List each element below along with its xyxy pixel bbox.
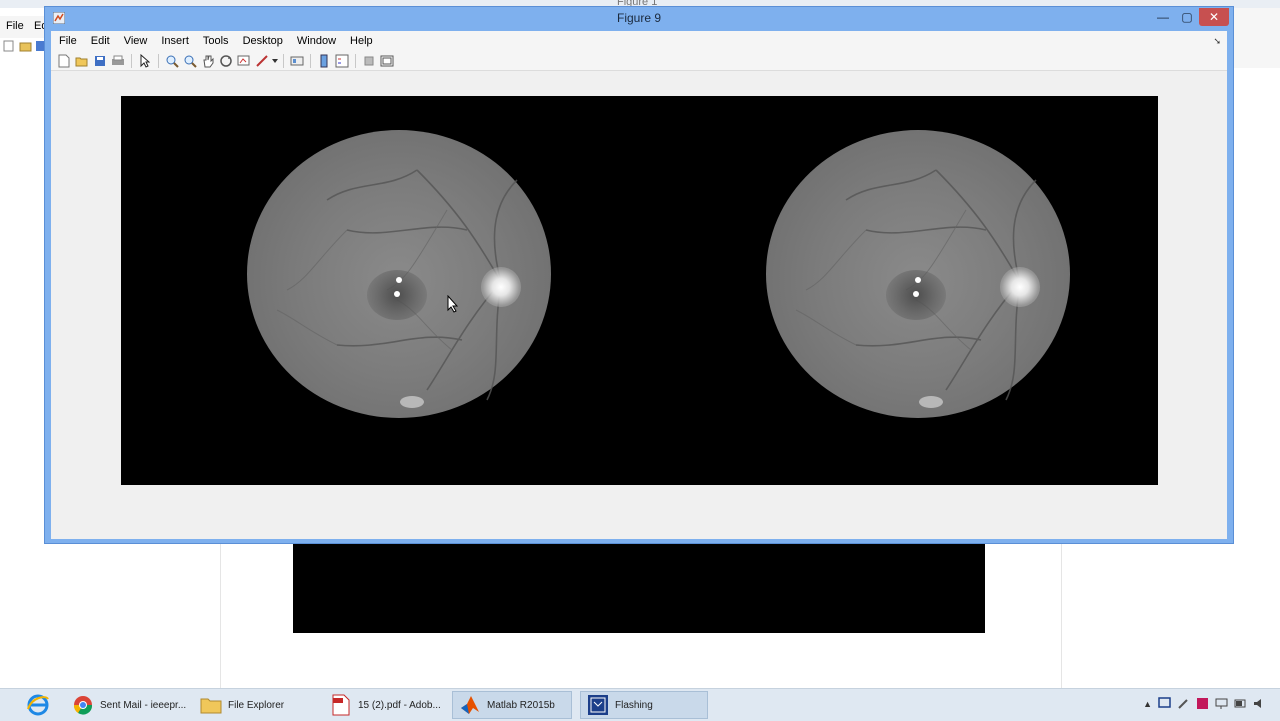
acrobat-icon — [330, 694, 352, 716]
print-icon[interactable] — [109, 52, 127, 70]
new-figure-icon[interactable] — [55, 52, 73, 70]
security-icon[interactable] — [1196, 697, 1209, 710]
menu-file[interactable]: File — [51, 35, 84, 47]
background-menu-file[interactable]: File — [6, 20, 24, 32]
title-bar[interactable]: Figure 9 — ▢ ✕ — [45, 7, 1233, 31]
background-figure-image — [293, 544, 985, 633]
internet-explorer-icon — [27, 694, 49, 716]
tool-icon[interactable] — [1177, 697, 1190, 710]
file-explorer-icon — [200, 694, 222, 716]
fundus-image-right — [766, 130, 1070, 418]
window-title: Figure 9 — [616, 11, 662, 25]
menu-help[interactable]: Help — [343, 35, 380, 47]
taskbar-item-label: Flashing — [615, 699, 653, 711]
taskbar-item-file-explorer[interactable]: File Explorer — [194, 691, 320, 719]
network-icon[interactable] — [1215, 697, 1228, 710]
chrome-icon — [72, 694, 94, 716]
taskbar-item-label: File Explorer — [228, 699, 285, 711]
hide-plot-tools-icon[interactable] — [360, 52, 378, 70]
chevron-up-icon[interactable]: ▲ — [1143, 699, 1152, 709]
toolbar-separator — [310, 53, 311, 68]
minimize-button[interactable]: — — [1151, 8, 1175, 26]
insert-legend-icon[interactable] — [333, 52, 351, 70]
zoom-out-icon[interactable] — [181, 52, 199, 70]
show-plot-tools-icon[interactable] — [378, 52, 396, 70]
display-icon[interactable] — [1158, 697, 1171, 710]
toolbar-separator — [131, 53, 132, 68]
pan-icon[interactable] — [199, 52, 217, 70]
taskbar-item-matlab[interactable]: Matlab R2015b — [452, 691, 572, 719]
menu-edit[interactable]: Edit — [84, 35, 117, 47]
mouse-cursor-icon — [447, 295, 459, 313]
lesion-marker — [915, 277, 921, 283]
taskbar: Sent Mail - ieeepr... File Explorer 15 (… — [0, 688, 1280, 721]
lesion-marker — [394, 291, 400, 297]
edit-plot-icon[interactable] — [136, 52, 154, 70]
brush-icon[interactable] — [253, 52, 271, 70]
figure-toolbar — [51, 51, 1227, 71]
insert-colorbar-icon[interactable] — [315, 52, 333, 70]
taskbar-item-acrobat[interactable]: 15 (2).pdf - Adob... — [324, 691, 450, 719]
menu-desktop[interactable]: Desktop — [236, 35, 290, 47]
menu-window[interactable]: Window — [290, 35, 343, 47]
flashing-app-icon — [587, 694, 609, 716]
close-button[interactable]: ✕ — [1199, 8, 1229, 26]
taskbar-item-internet-explorer[interactable] — [20, 691, 56, 719]
taskbar-item-label: Matlab R2015b — [487, 699, 555, 711]
zoom-in-icon[interactable] — [163, 52, 181, 70]
maximize-button[interactable]: ▢ — [1175, 8, 1199, 26]
plot-area — [51, 72, 1227, 539]
link-plot-icon[interactable] — [288, 52, 306, 70]
toolbar-separator — [355, 53, 356, 68]
menu-bar: File Edit View Insert Tools Desktop Wind… — [51, 31, 1227, 51]
dock-figure-icon[interactable]: ➘ — [1213, 36, 1221, 47]
open-file-icon[interactable] — [73, 52, 91, 70]
taskbar-item-flashing[interactable]: Flashing — [580, 691, 708, 719]
rotate-3d-icon[interactable] — [217, 52, 235, 70]
toolbar-separator — [283, 53, 284, 68]
lesion-marker — [396, 277, 402, 283]
background-window-edge — [1232, 8, 1280, 68]
menu-insert[interactable]: Insert — [154, 35, 196, 47]
taskbar-item-label: 15 (2).pdf - Adob... — [358, 699, 441, 711]
battery-icon[interactable] — [1234, 697, 1247, 710]
optic-disc — [1000, 267, 1040, 307]
menu-tools[interactable]: Tools — [196, 35, 236, 47]
figure-window: Figure 9 — ▢ ✕ File Edit View Insert Too… — [44, 6, 1234, 544]
toolbar-separator — [158, 53, 159, 68]
lesion-marker — [913, 291, 919, 297]
taskbar-item-chrome[interactable]: Sent Mail - ieeepr... — [66, 691, 192, 719]
matlab-icon — [459, 694, 481, 716]
figure-client-area: File Edit View Insert Tools Desktop Wind… — [51, 31, 1227, 539]
chevron-down-icon[interactable] — [271, 52, 279, 70]
optic-disc — [481, 267, 521, 307]
volume-icon[interactable] — [1253, 697, 1266, 710]
menu-view[interactable]: View — [117, 35, 155, 47]
data-cursor-icon[interactable] — [235, 52, 253, 70]
system-tray: ▲ — [1143, 697, 1266, 710]
taskbar-item-label: Sent Mail - ieeepr... — [100, 699, 187, 711]
image-axes[interactable] — [121, 96, 1158, 485]
fundus-image-left — [247, 130, 551, 418]
save-figure-icon[interactable] — [91, 52, 109, 70]
